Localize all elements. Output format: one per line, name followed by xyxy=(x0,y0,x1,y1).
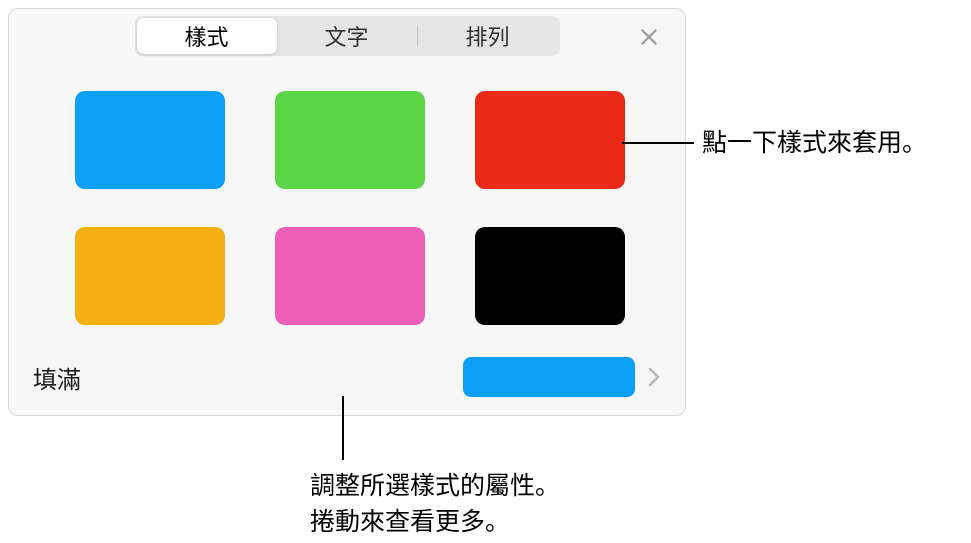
callout-apply-style: 點一下樣式來套用。 xyxy=(702,125,927,161)
style-swatch-black[interactable] xyxy=(475,227,625,325)
style-swatch-grid xyxy=(9,63,685,345)
style-swatch-green[interactable] xyxy=(275,91,425,189)
tab-arrange[interactable]: 排列 xyxy=(418,18,558,54)
callout-leader-1 xyxy=(622,142,694,144)
tab-bar: 樣式 文字 排列 xyxy=(9,9,685,63)
tab-text[interactable]: 文字 xyxy=(277,18,417,54)
tab-style[interactable]: 樣式 xyxy=(137,18,277,54)
close-icon xyxy=(639,27,659,47)
style-swatch-orange[interactable] xyxy=(75,227,225,325)
style-swatch-pink[interactable] xyxy=(275,227,425,325)
close-button[interactable] xyxy=(635,23,663,51)
fill-disclosure[interactable] xyxy=(647,366,661,388)
callout-adjust-properties: 調整所選樣式的屬性。 捲動來查看更多。 xyxy=(310,468,560,541)
segmented-control: 樣式 文字 排列 xyxy=(135,16,560,56)
fill-row: 填滿 xyxy=(9,345,685,409)
callout-leader-2 xyxy=(342,396,344,460)
style-swatch-blue[interactable] xyxy=(75,91,225,189)
chevron-right-icon xyxy=(647,366,661,388)
callout-adjust-line2: 捲動來查看更多。 xyxy=(310,504,560,540)
callout-adjust-line1: 調整所選樣式的屬性。 xyxy=(310,468,560,504)
fill-color-well[interactable] xyxy=(463,357,635,397)
style-swatch-red[interactable] xyxy=(475,91,625,189)
fill-label: 填滿 xyxy=(33,360,81,395)
format-panel: 樣式 文字 排列 填滿 xyxy=(8,8,686,416)
fill-controls xyxy=(463,357,661,397)
